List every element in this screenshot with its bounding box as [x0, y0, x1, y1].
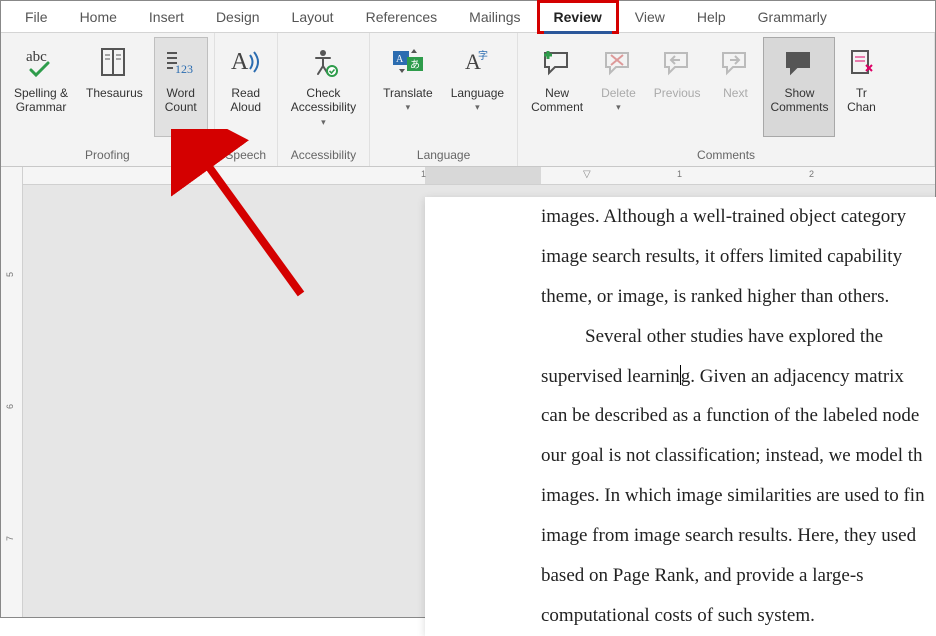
- tab-review[interactable]: Review: [537, 0, 619, 34]
- ruler-h-mark: 1: [677, 169, 682, 179]
- read-aloud-button[interactable]: A Read Aloud: [221, 37, 271, 137]
- text-line: Several other studies have explored the: [541, 317, 936, 357]
- chevron-down-icon: ▾: [475, 102, 480, 113]
- group-speech-label: Speech: [221, 146, 271, 164]
- group-accessibility-label: Accessibility: [284, 146, 363, 164]
- track-changes-button[interactable]: Tr Chan: [839, 37, 883, 137]
- ribbon-review: abc Spelling & Grammar: [1, 33, 935, 167]
- ruler-v-mark: 5: [5, 272, 15, 277]
- text-line: our goal is not classification; instead,…: [541, 436, 936, 476]
- tab-home[interactable]: Home: [64, 1, 133, 33]
- text-run: Several other studies have explored the: [585, 326, 883, 347]
- text-line: image from image search results. Here, t…: [541, 516, 936, 556]
- vertical-ruler[interactable]: 5 6 7: [1, 167, 23, 617]
- next-comment-label: Next: [723, 86, 748, 100]
- group-proofing: abc Spelling & Grammar: [1, 33, 215, 166]
- tab-help[interactable]: Help: [681, 1, 742, 33]
- previous-comment-icon: [660, 42, 694, 82]
- language-label: Language: [451, 86, 504, 100]
- ruler-h-mark: 2: [809, 169, 814, 179]
- ribbon-tabstrip: File Home Insert Design Layout Reference…: [1, 1, 935, 33]
- word-count-icon: 123: [161, 42, 201, 82]
- tab-references[interactable]: References: [350, 1, 454, 33]
- translate-icon: A あ: [389, 42, 427, 82]
- language-icon: A 字: [460, 42, 494, 82]
- group-comments: New Comment Delete ▾: [518, 33, 935, 166]
- next-comment-icon: [718, 42, 752, 82]
- document-page[interactable]: images. Although a well-trained object c…: [425, 197, 936, 636]
- text-line: computational costs of such system.: [541, 596, 936, 636]
- svg-text:123: 123: [175, 62, 193, 76]
- svg-text:A: A: [396, 54, 404, 65]
- group-language: A あ Translate ▾ A 字 Languag: [370, 33, 518, 166]
- text-line: images. Although a well-trained object c…: [541, 197, 936, 237]
- tab-design[interactable]: Design: [200, 1, 276, 33]
- group-comments-label: Comments: [524, 146, 928, 164]
- thesaurus-button[interactable]: Thesaurus: [79, 37, 150, 137]
- delete-comment-button[interactable]: Delete ▾: [594, 37, 643, 137]
- horizontal-ruler[interactable]: 1 ▽ 1 2 3: [23, 167, 935, 185]
- language-button[interactable]: A 字 Language ▾: [444, 37, 511, 137]
- chevron-down-icon: ▾: [406, 102, 411, 113]
- text-line: supervised learning. Given an adjacency …: [541, 357, 936, 397]
- svg-text:字: 字: [478, 49, 488, 62]
- spelling-icon: abc: [23, 42, 59, 82]
- show-comments-label: Show Comments: [770, 86, 828, 115]
- chevron-down-icon: ▾: [616, 102, 621, 113]
- new-comment-icon: [540, 42, 574, 82]
- translate-label: Translate: [383, 86, 433, 100]
- show-comments-icon: [782, 42, 816, 82]
- check-accessibility-button[interactable]: Check Accessibility ▾: [284, 37, 363, 137]
- track-changes-label: Tr Chan: [847, 86, 876, 115]
- new-comment-button[interactable]: New Comment: [524, 37, 590, 137]
- chevron-down-icon: ▾: [321, 117, 326, 128]
- text-line: image search results, it offers limited …: [541, 237, 936, 277]
- tab-mailings[interactable]: Mailings: [453, 1, 536, 33]
- delete-comment-icon: [601, 42, 635, 82]
- text-line: images. In which image similarities are …: [541, 476, 936, 516]
- tab-layout[interactable]: Layout: [276, 1, 350, 33]
- accessibility-icon: [306, 42, 340, 82]
- ruler-v-mark: 7: [5, 536, 15, 541]
- text-run: supervised learnin: [541, 366, 680, 387]
- group-speech: A Read Aloud Speech: [215, 33, 278, 166]
- svg-text:abc: abc: [26, 49, 47, 65]
- document-workspace: 1 ▽ 1 2 3 5 6 7 images. Although a well-…: [1, 167, 935, 617]
- show-comments-button[interactable]: Show Comments: [763, 37, 835, 137]
- tab-file[interactable]: File: [9, 1, 64, 33]
- word-count-button[interactable]: 123 Word Count: [154, 37, 208, 137]
- indent-marker-icon[interactable]: ▽: [583, 169, 591, 180]
- next-comment-button[interactable]: Next: [711, 37, 759, 137]
- read-aloud-label: Read Aloud: [230, 86, 261, 115]
- tab-insert[interactable]: Insert: [133, 1, 200, 33]
- previous-comment-label: Previous: [654, 86, 701, 100]
- word-count-label: Word Count: [165, 86, 197, 115]
- text-line: based on Page Rank, and provide a large-…: [541, 556, 936, 596]
- thesaurus-label: Thesaurus: [86, 86, 143, 100]
- new-comment-label: New Comment: [531, 86, 583, 115]
- spelling-grammar-label: Spelling & Grammar: [14, 86, 68, 115]
- thesaurus-icon: [97, 42, 131, 82]
- svg-text:あ: あ: [410, 59, 420, 71]
- text-run: g. Given an adjacency matrix: [681, 366, 904, 387]
- ruler-h-mark: 1: [421, 169, 426, 179]
- ruler-v-mark: 6: [5, 404, 15, 409]
- track-changes-icon: [846, 42, 876, 82]
- group-language-label: Language: [376, 146, 511, 164]
- tab-grammarly[interactable]: Grammarly: [742, 1, 843, 33]
- group-proofing-label: Proofing: [7, 146, 208, 164]
- text-line: theme, or image, is ranked higher than o…: [541, 277, 936, 317]
- delete-comment-label: Delete: [601, 86, 636, 100]
- spelling-grammar-button[interactable]: abc Spelling & Grammar: [7, 37, 75, 137]
- translate-button[interactable]: A あ Translate ▾: [376, 37, 440, 137]
- check-accessibility-label: Check Accessibility: [291, 86, 356, 115]
- tab-view[interactable]: View: [619, 1, 681, 33]
- previous-comment-button[interactable]: Previous: [647, 37, 708, 137]
- svg-text:A: A: [231, 49, 249, 75]
- group-accessibility: Check Accessibility ▾ Accessibility: [278, 33, 370, 166]
- read-aloud-icon: A: [228, 42, 264, 82]
- text-line: can be described as a function of the la…: [541, 396, 936, 436]
